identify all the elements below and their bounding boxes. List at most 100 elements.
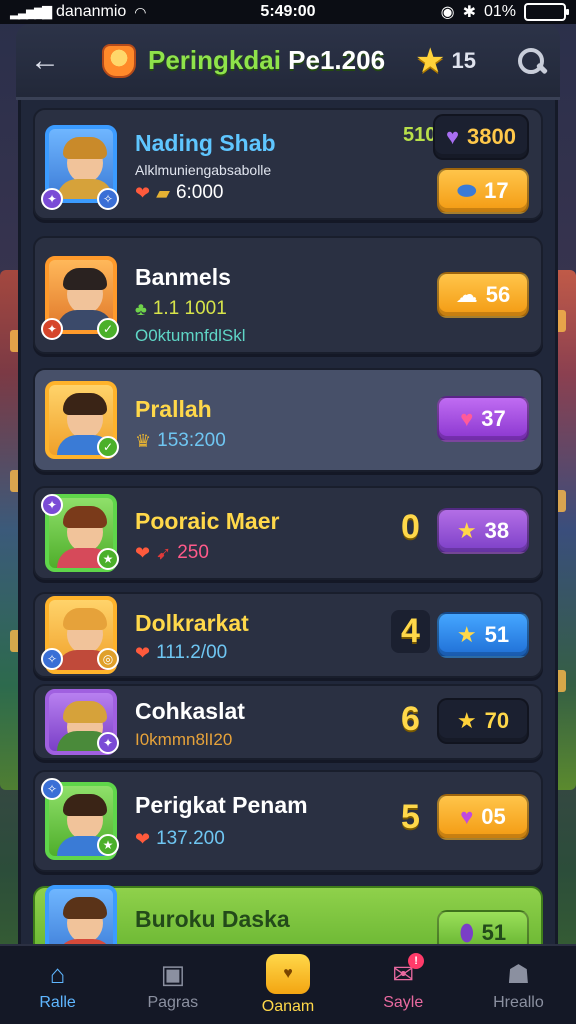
heart-gem-icon: ♥ [445,124,460,149]
carrier-name: dananmio [56,3,127,20]
page-title-suffix: Pe1.206 [288,45,386,75]
crown-icon: ♛ [135,430,152,451]
class-badge-icon: ✓ [97,436,119,458]
reward-badge[interactable]: ★ 70 [437,698,529,744]
reward-badge[interactable]: ★ 51 [437,612,529,658]
nav-home[interactable]: ⌂ Ralle [0,946,115,1024]
page-title-text: Peringkdai [148,45,281,75]
page-title: Peringkdai Pe1.206 [148,45,385,76]
bluetooth-icon: ✱ [462,4,476,21]
star-count: 15 [451,47,477,73]
arrow-heart-icon: ➹ [156,542,172,563]
list-item[interactable]: ✧ ★ Perigkat Penam ❤ 137.200 5 ♥ 05 [33,770,543,872]
status-bar: ▂▃▅▆▇ dananmio ◠ 5:49:00 ◉ ✱ 01% [0,0,576,24]
list-item[interactable]: ✦ ✧ Nading Shab Alklmuniengabsabolle ❤ ▰… [33,108,543,220]
player-name: Banmels [135,264,231,290]
chest-icon: ▰ [156,182,170,203]
reward-badge[interactable]: ♥ 37 [437,396,529,442]
potion-icon: ⬮ [459,920,474,945]
clock: 5:49:00 [260,3,316,20]
heart-icon: ♥ [266,954,310,994]
nav-mail[interactable]: ✉ Sayle [346,946,461,1024]
back-arrow-icon[interactable]: ← [30,44,66,78]
points-value: 510 [403,124,437,146]
player-subtitle: Alklmuniengabsabolle [135,162,272,178]
class-badge-icon: ✧ [97,188,119,210]
reward-value: 51 [484,622,510,647]
list-item[interactable]: ✓ Prallah ♛ 153:200 ♥ 37 [33,368,543,472]
nav-label: Hreallo [493,993,544,1011]
player-name: Nading Shab [135,130,276,156]
battery-percent: 01% [483,3,516,20]
heart-icon: ❤ [135,828,151,849]
heart-icon: ♥ [460,804,474,829]
player-score: ❤ 111.2/00 [135,642,227,664]
mail-icon: ✉ [392,952,424,990]
player-name: Pooraic Maer [135,508,280,534]
wifi-icon: ◠ [134,3,147,20]
score-value: 153:200 [157,430,226,451]
player-name: Cohkaslat [135,698,245,724]
profile-card-icon: ▣ [160,958,186,989]
clover-icon: ♣ [135,298,147,319]
reward-value: 17 [484,178,509,203]
score-value: 1.1 1001 [152,298,227,319]
reward-value: 56 [485,282,511,307]
level-badge-icon: ✧ [41,648,63,670]
nav-account[interactable]: ☗ Hreallo [461,946,576,1024]
player-subtitle: O0ktumnfdlSkl [135,326,246,345]
class-badge-icon: ✓ [97,318,119,340]
reward-badge[interactable]: ★ 38 [437,508,529,554]
reward-value: 3800 [467,124,516,149]
score-value: 250 [177,542,209,563]
class-badge-icon: ✦ [97,732,119,754]
list-item[interactable]: Buroku Daska ⬮ 51 [33,885,543,948]
list-item[interactable]: ✦ Cohkaslat I0kmmn8lI20 6 ★ 70 [33,684,543,760]
search-icon[interactable] [516,46,546,76]
nav-label: Sayle [383,993,424,1011]
score-value: 6:000 [175,182,224,203]
location-icon: ◉ [440,4,455,21]
cloud-icon: ☁ [455,282,478,307]
star-icon: ★ [415,41,446,80]
person-icon: ☗ [506,958,531,989]
rank-number: 5 [401,798,420,836]
reward-badge[interactable]: ♥ 05 [437,794,529,840]
list-item[interactable]: ✦ ★ Pooraic Maer ❤ ➹ 250 0 ★ 38 [33,486,543,580]
player-score: ♣ 1.1 1001 [135,298,227,320]
home-icon: ⌂ [49,958,66,989]
score-value: 111.2/00 [156,642,228,663]
player-name: Dolkrarkat [135,610,249,636]
heart-icon: ❤ [135,182,151,203]
reward-badge[interactable]: ☁ 56 [437,272,529,318]
reward-value: 05 [481,804,506,829]
leaderboard-header: ← Peringkdai Pe1.206 ★ 15 [16,24,560,100]
player-score: ♛ 153:200 [135,430,226,452]
reward-badge[interactable]: ⬮ 51 [437,910,529,948]
player-score: ❤ ➹ 250 [135,542,209,564]
leaderboard-list[interactable]: ✦ ✧ Nading Shab Alklmuniengabsabolle ❤ ▰… [18,100,558,948]
heart-icon: ♥ [460,406,474,431]
nav-profile[interactable]: ▣ Pagras [115,946,230,1024]
player-name: Perigkat Penam [135,792,308,818]
player-name: Prallah [135,396,212,422]
reward-badge[interactable]: ♥ 3800 [433,114,529,160]
rank-number: 0 [401,508,420,546]
list-item[interactable]: ✧ ◎ Dolkrarkat ❤ 111.2/00 4 ★ 51 [33,592,543,678]
nav-favorites[interactable]: ♥ Oanam [230,946,345,1024]
star-icon: ★ [456,622,477,647]
reward-value: 51 [481,920,507,945]
reward-value: 37 [481,406,506,431]
player-score: ❤ 137.200 [135,828,225,850]
class-badge-icon: ★ [97,834,119,856]
class-badge-icon: ★ [97,548,119,570]
signal-icon: ▂▃▅▆▇ [10,4,52,19]
reward-badge[interactable]: ⬬ 17 [437,168,529,214]
heart-icon: ❤ [135,542,151,563]
list-item[interactable]: ✦ ✓ Banmels ♣ 1.1 1001 O0ktumnfdlSkl ☁ 5… [33,236,543,354]
potion-icon: ⬬ [457,178,477,203]
level-badge-icon: ✦ [41,188,63,210]
nav-label: Oanam [261,998,315,1015]
star-icon: ★ [456,708,477,733]
battery-icon [524,3,569,21]
